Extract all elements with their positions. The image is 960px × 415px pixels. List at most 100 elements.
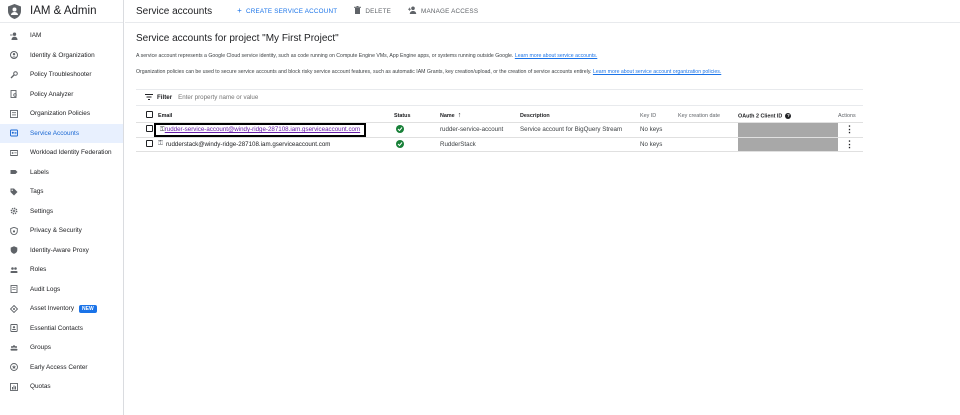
sidebar-item-label: Asset Inventory xyxy=(30,305,75,313)
table-row: ⚿ rudder-service-account@windy-ridge-287… xyxy=(136,122,863,138)
col-email[interactable]: Email xyxy=(158,106,394,123)
sidebar-item-label: Quotas xyxy=(30,383,51,391)
create-service-account-button[interactable]: + CREATE SERVICE ACCOUNT xyxy=(237,7,337,15)
iam-shield-icon xyxy=(7,3,21,19)
row-checkbox[interactable] xyxy=(146,125,153,132)
wrench-icon xyxy=(10,70,18,79)
status-cell xyxy=(394,122,440,138)
col-description[interactable]: Description xyxy=(520,106,640,123)
status-cell xyxy=(394,137,440,152)
oauth-client-id-redacted xyxy=(738,137,838,152)
sort-ascending-icon: ↑ xyxy=(457,112,462,120)
create-service-account-label: CREATE SERVICE ACCOUNT xyxy=(246,7,338,15)
help-icon[interactable]: ? xyxy=(785,112,792,119)
sidebar-item-policy-analyzer[interactable]: Policy Analyzer xyxy=(0,85,123,105)
row-checkbox[interactable] xyxy=(146,139,153,147)
description-cell: Service account for BigQuery Stream xyxy=(520,122,640,138)
sidebar-item-label: Early Access Center xyxy=(30,363,88,371)
col-oauth-client-id[interactable]: OAuth 2 Client ID? xyxy=(738,106,838,123)
sidebar-item-label: Service Accounts xyxy=(30,129,80,137)
sidebar-item-quotas[interactable]: Quotas xyxy=(0,377,123,397)
service-account-icon xyxy=(10,129,18,137)
main-content: Service accounts for project "My First P… xyxy=(136,33,952,76)
more-vert-icon[interactable]: ⋮ xyxy=(845,124,854,134)
sidebar-item-privacy-security[interactable]: Privacy & Security xyxy=(0,221,123,241)
diamond-icon xyxy=(10,304,18,313)
manage-access-button[interactable]: MANAGE ACCESS xyxy=(408,6,478,16)
document-search-icon xyxy=(10,90,18,99)
sidebar-item-essential-contacts[interactable]: Essential Contacts xyxy=(0,319,123,339)
label-icon xyxy=(10,168,18,176)
sidebar-item-workload-identity-federation[interactable]: Workload Identity Federation xyxy=(0,143,123,163)
shield-lock-icon xyxy=(10,226,18,235)
sidebar-item-label: Settings xyxy=(30,207,54,215)
sidebar-item-label: Policy Analyzer xyxy=(30,90,74,98)
name-cell: RudderStack xyxy=(440,137,520,152)
sidebar-item-audit-logs[interactable]: Audit Logs xyxy=(0,280,123,300)
org-policies-description: Organization policies can be used to sec… xyxy=(136,68,952,76)
sidebar-item-organization-policies[interactable]: Organization Policies xyxy=(0,104,123,124)
table-row: ⚿ rudderstack@windy-ridge-287108.iam.gse… xyxy=(136,137,863,152)
sidebar-item-early-access-center[interactable]: Early Access Center xyxy=(0,358,123,378)
sidebar-item-labels[interactable]: Labels xyxy=(0,163,123,183)
sidebar-item-label: Organization Policies xyxy=(30,110,91,118)
more-vert-icon[interactable]: ⋮ xyxy=(845,139,854,149)
sidebar: IAM & Admin IAM Identity & Organization Po… xyxy=(0,0,124,415)
sidebar-item-groups[interactable]: Groups xyxy=(0,338,123,358)
service-account-email-link[interactable]: rudder-service-account@windy-ridge-28710… xyxy=(165,126,360,133)
oauth-client-id-redacted xyxy=(738,122,838,138)
sidebar-item-label: Policy Troubleshooter xyxy=(30,71,92,79)
row-select-cell xyxy=(136,137,158,152)
groups-icon xyxy=(10,344,18,352)
email-wrap: ⚿ rudderstack@windy-ridge-287108.iam.gse… xyxy=(158,140,394,148)
learn-more-org-policies-link[interactable]: Learn more about service account organiz… xyxy=(593,69,721,75)
list-box-icon xyxy=(10,109,18,118)
desc1-text: A service account represents a Google Cl… xyxy=(136,53,514,59)
name-cell: rudder-service-account xyxy=(440,122,520,138)
sidebar-item-iam[interactable]: IAM xyxy=(0,26,123,46)
proxy-shield-icon xyxy=(10,246,18,255)
sidebar-item-asset-inventory[interactable]: Asset Inventory NEW xyxy=(0,299,123,319)
sidebar-item-roles[interactable]: Roles xyxy=(0,260,123,280)
sidebar-item-service-accounts[interactable]: Service Accounts xyxy=(0,123,123,143)
tag-icon xyxy=(10,188,18,196)
col-key-id: Key ID xyxy=(640,106,678,123)
actions-cell: ⋮ xyxy=(838,122,863,138)
sidebar-header: IAM & Admin xyxy=(0,0,123,23)
page-title: Service accounts xyxy=(136,5,213,17)
sidebar-item-identity-organization[interactable]: Identity & Organization xyxy=(0,46,123,66)
sidebar-item-label: Identity-Aware Proxy xyxy=(30,246,89,254)
col-status[interactable]: Status xyxy=(394,106,440,123)
new-badge: NEW xyxy=(79,304,97,313)
gear-icon xyxy=(10,207,18,215)
sidebar-item-label: Labels xyxy=(30,168,49,176)
service-accounts-table: Email Status Name ↑ Description Key ID Ke… xyxy=(136,106,863,152)
sidebar-item-label: Privacy & Security xyxy=(30,227,82,235)
col-name[interactable]: Name ↑ xyxy=(440,106,520,123)
filter-label: Filter xyxy=(157,94,173,101)
sidebar-item-settings[interactable]: Settings xyxy=(0,202,123,222)
sidebar-item-label: Tags xyxy=(30,188,44,196)
filter-icon xyxy=(145,93,153,102)
col-oauth-label: OAuth 2 Client ID xyxy=(738,113,783,119)
check-circle-icon xyxy=(396,125,404,133)
select-all-cell xyxy=(136,106,158,123)
select-all-checkbox[interactable] xyxy=(146,111,153,119)
sidebar-item-identity-aware-proxy[interactable]: Identity-Aware Proxy xyxy=(0,241,123,261)
service-accounts-table-wrap: Filter Email Status Name↑ Description Ke… xyxy=(136,89,863,152)
delete-button[interactable]: DELETE xyxy=(354,6,391,16)
learn-more-service-accounts-link[interactable]: Learn more about service accounts. xyxy=(515,53,597,59)
service-account-email-link[interactable]: rudderstack@windy-ridge-287108.iam.gserv… xyxy=(166,141,330,148)
sidebar-item-tags[interactable]: Tags xyxy=(0,182,123,202)
key-creation-cell xyxy=(678,122,738,138)
sidebar-item-policy-troubleshooter[interactable]: Policy Troubleshooter xyxy=(0,65,123,85)
person-add-icon xyxy=(408,6,417,16)
filter-bar: Filter xyxy=(136,89,863,106)
col-actions: Actions xyxy=(838,106,863,123)
sidebar-item-label: IAM xyxy=(30,32,42,40)
id-card-icon xyxy=(10,149,18,157)
highlight-box: ⚿ rudder-service-account@windy-ridge-287… xyxy=(154,122,367,137)
table-header-row: Email Status Name ↑ Description Key ID Ke… xyxy=(136,106,863,123)
filter-input[interactable] xyxy=(178,94,379,101)
desc2-text: Organization policies can be used to sec… xyxy=(136,69,592,75)
